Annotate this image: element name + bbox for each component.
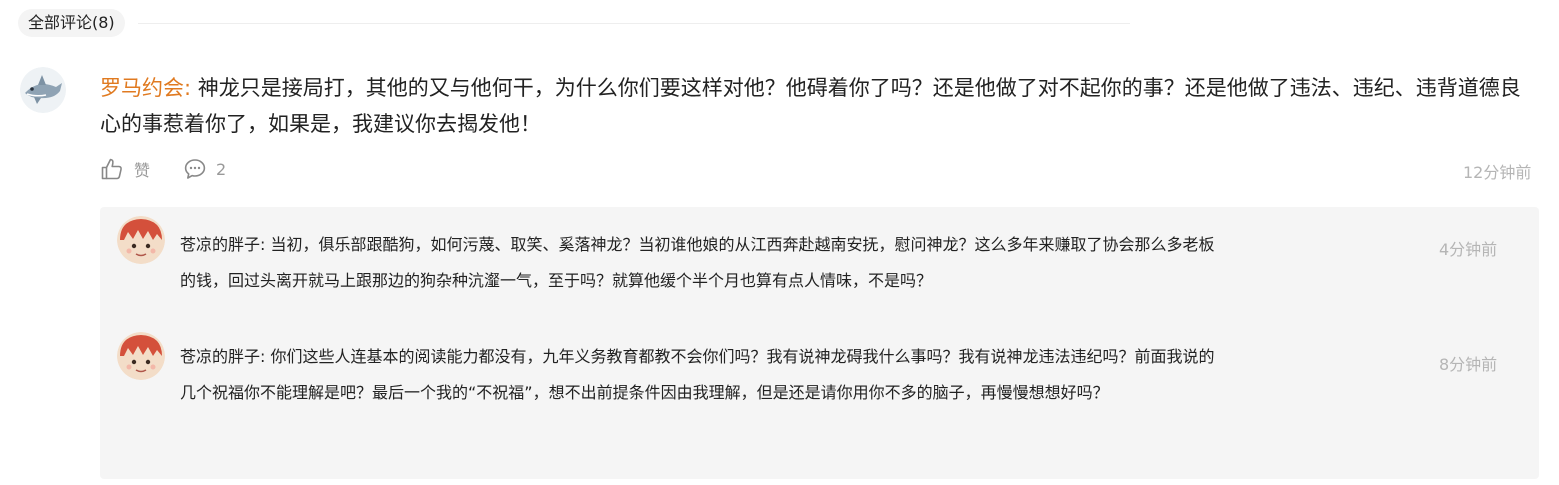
shark-avatar-icon [20,67,66,113]
like-label: 赞 [134,161,151,180]
reply-timestamp: 4分钟前 [1439,240,1498,259]
reply-content: 当初，俱乐部跟酷狗，如何污蔑、取笑、奚落神龙？当初谁他娘的从江西奔赴越南安抚，慰… [180,235,1215,290]
reply-author[interactable]: 苍凉的胖子 [180,235,260,254]
avatar[interactable] [117,216,165,264]
all-comments-tab[interactable]: 全部评论(8) [18,9,125,37]
avatar[interactable] [117,332,165,380]
author-separator: : [184,76,198,100]
cartoon-boy-avatar-icon [117,216,165,264]
author-separator: : [260,347,271,366]
like-button[interactable]: 赞 [100,155,150,183]
reply-content: 你们这些人连基本的阅读能力都没有，九年义务教育都教不会你们吗？我有说神龙碍我什么… [180,347,1215,402]
reply-button[interactable]: 2 [183,155,226,183]
avatar[interactable] [20,67,66,113]
header-divider [138,23,1130,24]
reply-list: 苍凉的胖子: 当初，俱乐部跟酷狗，如何污蔑、取笑、奚落神龙？当初谁他娘的从江西奔… [100,207,1539,479]
author-separator: : [260,235,271,254]
comment-timestamp: 12分钟前 [1463,163,1532,182]
reply-timestamp: 8分钟前 [1439,355,1498,374]
chat-bubble-icon [184,159,206,179]
reply-item: 苍凉的胖子: 当初，俱乐部跟酷狗，如何污蔑、取笑、奚落神龙？当初谁他娘的从江西奔… [180,227,1225,299]
comment-body: 罗马约会: 神龙只是接局打，其他的又与他何干，为什么你们要这样对他？他碍着你了吗… [100,70,1540,142]
thumbs-up-icon [101,158,122,180]
reply-item: 苍凉的胖子: 你们这些人连基本的阅读能力都没有，九年义务教育都教不会你们吗？我有… [180,339,1225,411]
comments-header: 全部评论(8) [18,9,1130,39]
reply-author[interactable]: 苍凉的胖子 [180,347,260,366]
comment-content: 神龙只是接局打，其他的又与他何干，为什么你们要这样对他？他碍着你了吗？还是他做了… [100,76,1521,136]
comment-author[interactable]: 罗马约会 [100,76,184,100]
cartoon-boy-avatar-icon [117,332,165,380]
reply-count: 2 [216,159,227,179]
